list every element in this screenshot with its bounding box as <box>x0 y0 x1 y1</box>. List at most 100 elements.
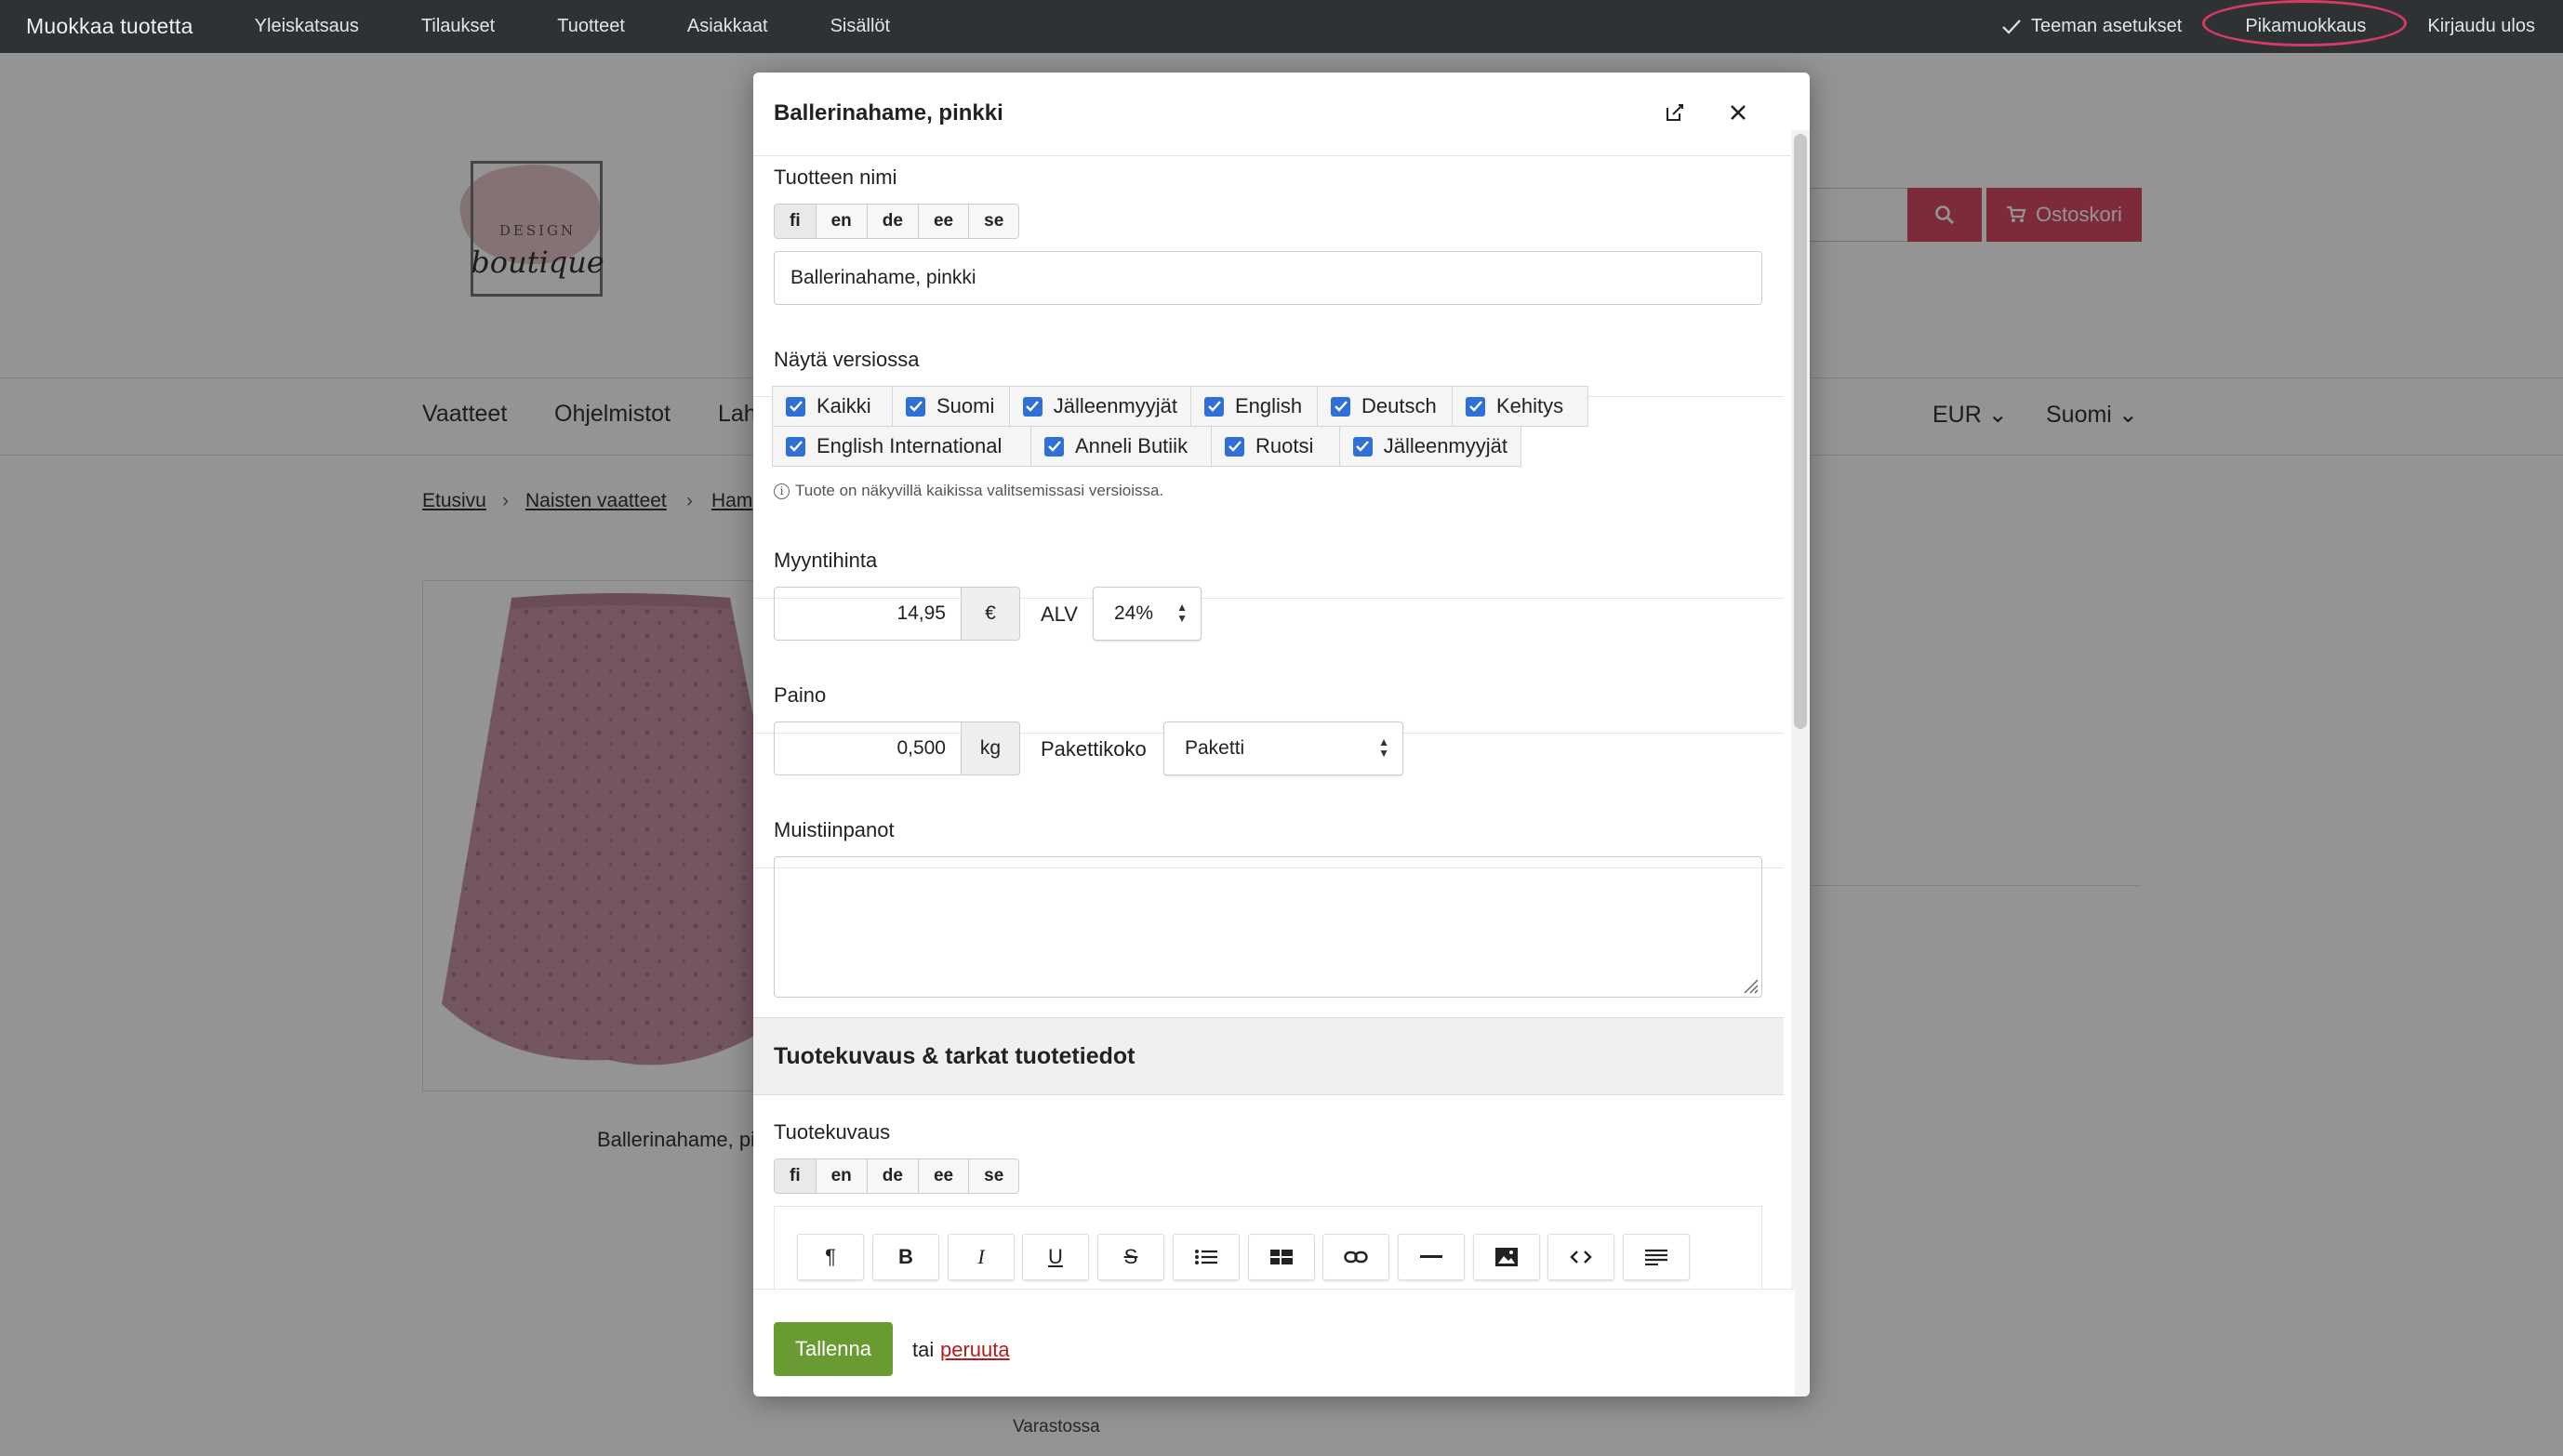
version-checkbox-kehitys[interactable]: Kehitys <box>1452 386 1588 427</box>
version-checkbox-deutsch[interactable]: Deutsch <box>1317 386 1453 427</box>
nav-orders[interactable]: Tilaukset <box>421 16 495 37</box>
versions-note-text: Tuote on näkyvillä kaikissa valitsemissa… <box>795 482 1164 499</box>
checkbox-checked-icon <box>1204 396 1224 417</box>
nav-overview[interactable]: Yleiskatsaus <box>255 16 359 37</box>
checkbox-checked-icon <box>786 436 805 457</box>
italic-button[interactable]: I <box>948 1234 1015 1280</box>
version-label: Anneli Butiik <box>1075 434 1189 457</box>
nav-products[interactable]: Tuotteet <box>557 16 625 37</box>
version-checkbox-resellers[interactable]: Jälleenmyyjät <box>1009 386 1191 427</box>
lang-tab-se[interactable]: se <box>969 205 1019 238</box>
bold-icon: B <box>898 1245 913 1268</box>
admin-bar: Muokkaa tuotetta Yleiskatsaus Tilaukset … <box>0 0 2563 53</box>
table-button[interactable] <box>1248 1234 1315 1280</box>
lang-tab-fi[interactable]: fi <box>775 205 817 238</box>
versions-note: i Tuote on näkyvillä kaikissa valitsemiss… <box>774 482 1163 500</box>
product-name-input[interactable]: Ballerinahame, pinkki <box>774 251 1762 305</box>
strikethrough-icon: S <box>1123 1245 1138 1268</box>
version-checkbox-english-international[interactable]: English International <box>772 426 1031 467</box>
package-size-value: Paketti <box>1185 737 1245 759</box>
horizontal-rule-button[interactable] <box>1398 1234 1465 1280</box>
logout-link[interactable]: Kirjaudu ulos <box>2427 16 2535 37</box>
underline-icon: U <box>1048 1245 1063 1268</box>
horizontal-rule-icon <box>1420 1255 1442 1258</box>
weight-input-group: 0,500 kg <box>774 721 1020 775</box>
image-icon <box>1495 1248 1518 1266</box>
weight-unit-addon: kg <box>961 722 1019 774</box>
name-language-tabs: fi en de ee se <box>774 204 1020 239</box>
description-section-header: Tuotekuvaus & tarkat tuotetiedot <box>753 1017 1784 1095</box>
scrollbar-thumb[interactable] <box>1794 134 1807 729</box>
modal-header: Ballerinahame, pinkki <box>753 73 1795 156</box>
version-label: English <box>1235 394 1303 417</box>
version-label: Jälleenmyyjät <box>1053 394 1177 417</box>
nav-contents[interactable]: Sisällöt <box>830 16 890 37</box>
checkbox-checked-icon <box>1044 436 1064 457</box>
strikethrough-button[interactable]: S <box>1097 1234 1164 1280</box>
theme-settings-label: Teeman asetukset <box>2030 16 2183 36</box>
resize-grip-icon[interactable] <box>1739 974 1760 995</box>
checkbox-checked-icon <box>1023 396 1042 417</box>
vat-label: ALV <box>1041 602 1078 626</box>
bold-button[interactable]: B <box>872 1234 939 1280</box>
checkbox-checked-icon <box>1466 396 1485 417</box>
paragraph-button[interactable]: ¶ <box>797 1234 864 1280</box>
or-text: tai <box>912 1338 935 1361</box>
version-checkbox-suomi[interactable]: Suomi <box>892 386 1010 427</box>
theme-settings-link[interactable]: Teeman asetukset <box>2001 16 2182 37</box>
align-button[interactable] <box>1623 1234 1690 1280</box>
code-view-button[interactable] <box>1547 1234 1614 1280</box>
checkbox-checked-icon <box>1331 396 1350 417</box>
image-button[interactable] <box>1473 1234 1540 1280</box>
vat-value: 24% <box>1114 602 1154 624</box>
weight-input[interactable]: 0,500 <box>775 722 961 774</box>
product-name-label: Tuotteen nimi <box>774 165 897 189</box>
notes-textarea[interactable] <box>774 856 1762 998</box>
open-full-editor-icon[interactable] <box>1664 101 1686 128</box>
modal-footer: Tallenna tai peruuta <box>753 1289 1795 1396</box>
version-label: Ruotsi <box>1255 434 1314 457</box>
select-arrows-icon: ▲ ▼ <box>1378 735 1389 760</box>
check-icon <box>2002 19 2021 34</box>
nav-customers[interactable]: Asiakkaat <box>687 16 768 37</box>
paragraph-icon: ¶ <box>825 1245 836 1268</box>
lang-tab-ee[interactable]: ee <box>918 205 970 238</box>
checkbox-checked-icon <box>1225 436 1244 457</box>
checkbox-checked-icon <box>1353 436 1373 457</box>
price-input-group: 14,95 € <box>774 587 1020 641</box>
table-icon <box>1270 1250 1293 1264</box>
currency-addon: € <box>961 588 1019 640</box>
underline-button[interactable]: U <box>1022 1234 1089 1280</box>
version-checkbox-anneli-butiik[interactable]: Anneli Butiik <box>1030 426 1212 467</box>
close-icon[interactable] <box>1727 101 1749 128</box>
bullet-list-icon <box>1195 1250 1217 1264</box>
version-checkbox-resellers-2[interactable]: Jälleenmyyjät <box>1339 426 1521 467</box>
version-checkbox-english[interactable]: English <box>1190 386 1318 427</box>
lang-tab-ee[interactable]: ee <box>918 1159 970 1193</box>
link-button[interactable] <box>1322 1234 1389 1280</box>
lang-tab-de[interactable]: de <box>867 205 919 238</box>
version-checkbox-ruotsi[interactable]: Ruotsi <box>1211 426 1340 467</box>
lang-tab-en[interactable]: en <box>816 205 868 238</box>
cancel-link[interactable]: peruuta <box>940 1338 1010 1362</box>
save-button[interactable]: Tallenna <box>774 1322 893 1376</box>
checkbox-checked-icon <box>786 396 805 417</box>
description-label: Tuotekuvaus <box>774 1120 891 1144</box>
lang-tab-en[interactable]: en <box>816 1159 868 1193</box>
lang-tab-se[interactable]: se <box>969 1159 1019 1193</box>
quick-edit-link[interactable]: Pikamuokkaus <box>2202 0 2408 46</box>
lang-tab-fi[interactable]: fi <box>775 1159 817 1193</box>
package-size-label: Pakettikoko <box>1041 737 1147 761</box>
version-label: Kehitys <box>1496 394 1564 417</box>
price-input[interactable]: 14,95 <box>775 588 961 640</box>
modal-title: Ballerinahame, pinkki <box>774 100 1003 126</box>
bullet-list-button[interactable] <box>1173 1234 1240 1280</box>
highlight-ellipse <box>2202 0 2408 46</box>
vat-select[interactable]: 24% ▲ ▼ <box>1093 587 1202 641</box>
lang-tab-de[interactable]: de <box>867 1159 919 1193</box>
quick-edit-modal: Ballerinahame, pinkki Tuotteen nimi fi e… <box>753 73 1810 1396</box>
weight-label: Paino <box>774 683 827 707</box>
version-checkbox-kaikki[interactable]: Kaikki <box>772 386 893 427</box>
notes-label: Muistiinpanot <box>774 818 895 841</box>
package-size-select[interactable]: Paketti ▲ ▼ <box>1163 721 1403 775</box>
